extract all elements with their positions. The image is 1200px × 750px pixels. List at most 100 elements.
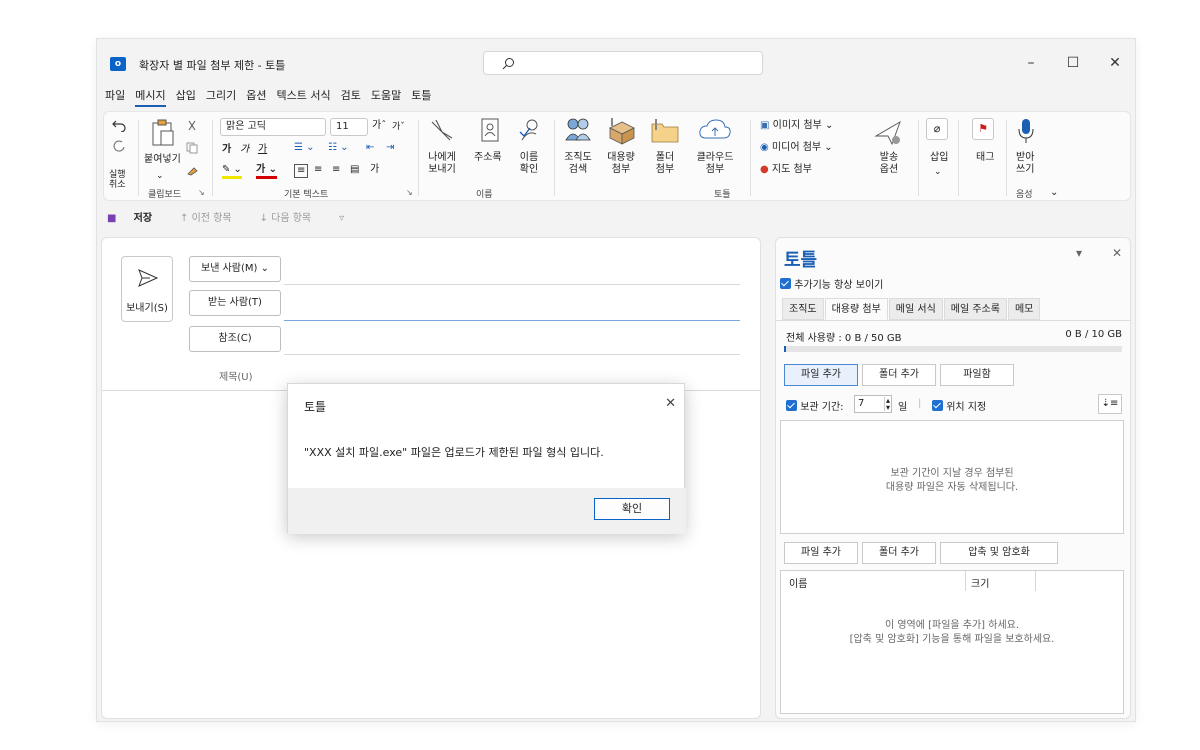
increase-indent-icon[interactable]: ⇥	[386, 142, 394, 154]
justify-icon[interactable]: ▤	[350, 164, 359, 176]
sort-icon[interactable]: ⇣≡	[1098, 394, 1122, 414]
menu-totle[interactable]: 토틀	[411, 87, 431, 105]
clear-format-icon[interactable]: 가	[370, 164, 379, 176]
menu-options[interactable]: 옵션	[246, 87, 266, 105]
grow-font-icon[interactable]: 가ˆ	[372, 120, 386, 132]
folder-attach-label[interactable]: 폴더 첨부	[650, 152, 680, 176]
underline-icon[interactable]: 가	[258, 144, 267, 156]
tag-label[interactable]: 태그	[976, 152, 994, 164]
folder-attach-icon[interactable]	[650, 118, 680, 144]
image-attach-item[interactable]: ▣ 이미지 첨부 ⌄	[760, 120, 833, 132]
format-painter-icon[interactable]	[186, 164, 200, 176]
dictate-label[interactable]: 받아 쓰기	[1016, 152, 1034, 176]
map-attach-item[interactable]: ● 지도 첨부	[760, 164, 812, 176]
shrink-font-icon[interactable]: 가ˇ	[392, 121, 405, 133]
large-attach-icon[interactable]	[606, 116, 636, 146]
cc-button[interactable]: 참조(C)	[189, 326, 281, 352]
org-search-label[interactable]: 조직도 검색	[562, 152, 594, 176]
large-attach-label[interactable]: 대용량 첨부	[604, 152, 638, 176]
ribbon-expand-icon[interactable]: ⌄	[1050, 187, 1058, 199]
add-folder-button-2[interactable]: 폴더 추가	[862, 542, 936, 564]
column-size-header[interactable]: 크기	[971, 575, 989, 590]
spinner-icon[interactable]: ▴ ▾	[883, 397, 890, 412]
prev-item[interactable]: ↑ 이전 항목	[180, 209, 246, 224]
cloud-attach-label[interactable]: 클라우드 첨부	[694, 152, 736, 176]
align-center-icon[interactable]: ≡	[314, 164, 322, 176]
retention-days-input[interactable]: 7 ▴ ▾	[854, 395, 892, 413]
minimize-button[interactable]: –	[1021, 53, 1041, 73]
align-left-icon[interactable]: ≡	[294, 164, 309, 178]
close-icon[interactable]: ✕	[665, 396, 676, 411]
italic-icon[interactable]: 가	[240, 144, 249, 156]
dialog-launcher-icon[interactable]: ↘	[406, 187, 413, 199]
tab-mail-template[interactable]: 메일 서식	[888, 298, 943, 320]
cut-icon[interactable]	[186, 120, 198, 132]
menu-draw[interactable]: 그리기	[206, 87, 236, 105]
file-box-button[interactable]: 파일함	[940, 364, 1014, 386]
microphone-icon[interactable]	[1018, 118, 1034, 144]
decrease-indent-icon[interactable]: ⇤	[366, 142, 374, 154]
font-size-box[interactable]: 11	[330, 118, 368, 136]
paperclip-icon[interactable]: ⌀	[926, 118, 948, 140]
to-button[interactable]: 받는 사람(T)	[189, 290, 281, 316]
column-name-header[interactable]: 이름	[789, 575, 807, 590]
save-item[interactable]: ■ 저장	[107, 209, 166, 224]
close-button[interactable]: ✕	[1105, 53, 1125, 73]
file-list[interactable]: 이름 크기 이 영역에 [파일을 추가] 하세요. [압축 및 암호화] 기능을…	[780, 570, 1124, 714]
highlight-icon[interactable]: ✎ ⌄	[222, 164, 242, 179]
menu-format-text[interactable]: 텍스트 서식	[277, 87, 331, 105]
bold-icon[interactable]: 가	[222, 144, 231, 156]
dialog-launcher-icon[interactable]: ↘	[198, 187, 205, 199]
menu-file[interactable]: 파일	[105, 87, 125, 105]
next-item[interactable]: ↓ 다음 항목	[260, 209, 326, 224]
cc-input[interactable]	[284, 354, 740, 355]
send-to-me-label[interactable]: 나에게 보내기	[424, 152, 460, 176]
send-options-icon[interactable]	[874, 118, 904, 148]
menu-help[interactable]: 도움말	[371, 87, 401, 105]
check-names-label[interactable]: 이름 확인	[514, 152, 544, 176]
to-input[interactable]	[284, 320, 740, 321]
numbering-icon[interactable]: ☷ ⌄	[328, 142, 349, 154]
ok-button[interactable]: 확인	[594, 498, 670, 520]
font-name-box[interactable]: 맑은 고딕	[220, 118, 326, 136]
check-names-icon[interactable]	[518, 118, 542, 142]
menu-insert[interactable]: 삽입	[176, 87, 196, 105]
paste-label[interactable]: 붙여넣기	[144, 154, 181, 166]
paste-icon[interactable]	[150, 118, 176, 148]
add-file-button-2[interactable]: 파일 추가	[784, 542, 858, 564]
menu-review[interactable]: 검토	[341, 87, 361, 105]
tab-org-chart[interactable]: 조직도	[782, 298, 824, 320]
qat-customize-icon[interactable]: ▿	[339, 213, 344, 224]
panel-menu-icon[interactable]: ▾	[1076, 246, 1082, 260]
align-right-icon[interactable]: ≡	[332, 164, 340, 176]
from-button[interactable]: 보낸 사람(M) ⌄	[189, 256, 281, 282]
undo-icon[interactable]	[112, 118, 126, 132]
send-options-label[interactable]: 발송 옵션	[870, 152, 908, 176]
location-checkbox[interactable]: 위치 지정	[932, 398, 986, 413]
always-show-checkbox[interactable]: 추가기능 항상 보이기	[780, 276, 883, 291]
flag-icon[interactable]: ⚑	[972, 118, 994, 140]
send-button[interactable]: 보내기(S)	[121, 256, 173, 322]
address-book-icon[interactable]	[480, 118, 500, 142]
tab-large-attach[interactable]: 대용량 첨부	[824, 298, 888, 320]
menu-message[interactable]: 메시지	[135, 87, 166, 107]
cloud-attach-icon[interactable]	[698, 118, 732, 142]
add-file-button[interactable]: 파일 추가	[784, 364, 858, 386]
bullets-icon[interactable]: ☰ ⌄	[294, 142, 315, 154]
redo-icon[interactable]	[112, 140, 126, 154]
add-folder-button[interactable]: 폴더 추가	[862, 364, 936, 386]
media-attach-item[interactable]: ◉ 미디어 첨부 ⌄	[760, 142, 833, 154]
maximize-button[interactable]: ☐	[1063, 53, 1083, 73]
retention-checkbox[interactable]: 보관 기간:	[786, 398, 844, 413]
org-chart-icon[interactable]	[564, 116, 592, 144]
font-color-icon[interactable]: 가 ⌄	[256, 164, 278, 179]
search-box[interactable]	[483, 51, 763, 75]
tab-memo[interactable]: 메모	[1007, 298, 1041, 320]
send-to-me-icon[interactable]	[430, 118, 454, 144]
compress-encrypt-button[interactable]: 압축 및 암호화	[940, 542, 1058, 564]
address-book-label[interactable]: 주소록	[474, 152, 502, 164]
insert-label[interactable]: 삽입	[930, 152, 948, 164]
panel-close-icon[interactable]: ✕	[1112, 246, 1122, 260]
copy-icon[interactable]	[186, 142, 198, 154]
tab-mail-address-book[interactable]: 메일 주소록	[943, 298, 1007, 320]
